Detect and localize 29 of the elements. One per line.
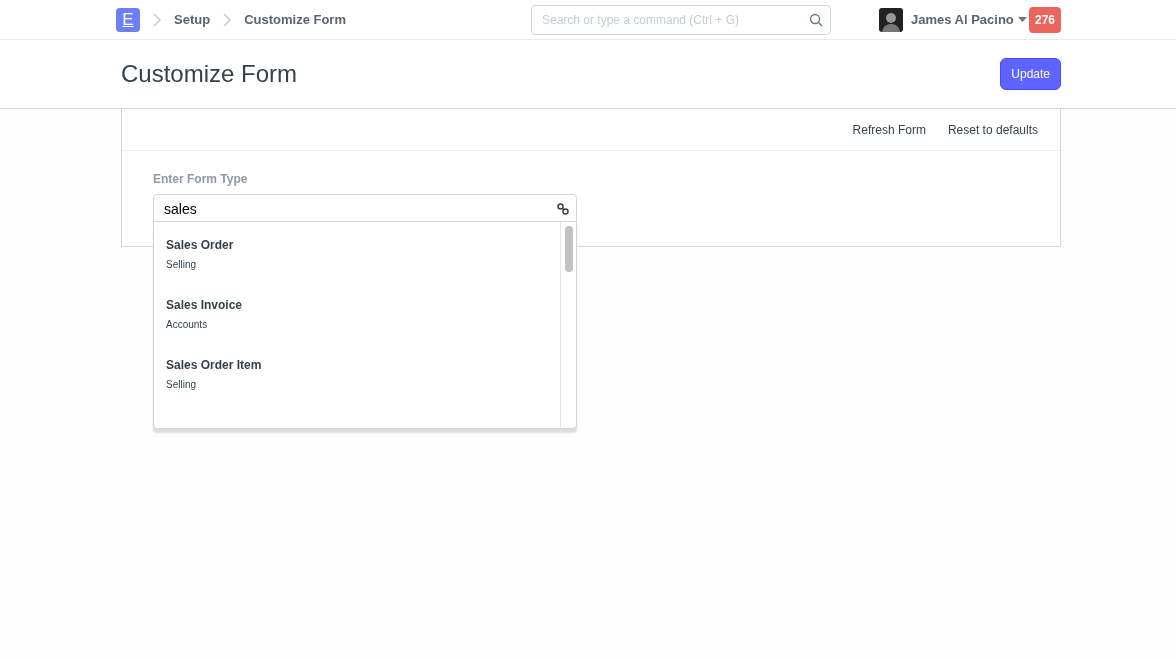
app-logo[interactable]: E xyxy=(116,7,140,32)
suggestion-title: Sales Order xyxy=(166,237,235,254)
suggestion-module: Selling xyxy=(166,258,198,272)
suggestion-item[interactable]: Sales Order Item Selling xyxy=(154,342,560,402)
user-name: James Al Pacino xyxy=(910,10,1014,29)
link-icon xyxy=(557,203,569,215)
form-type-field[interactable]: sales xyxy=(153,194,577,224)
scrollbar[interactable] xyxy=(560,222,576,428)
suggestion-module: Selling xyxy=(166,378,198,392)
search-field[interactable]: Search or type a command (Ctrl + G) xyxy=(530,4,831,35)
update-button[interactable]: Update xyxy=(1000,58,1061,90)
avatar-icon xyxy=(878,7,903,32)
scrollbar-thumb[interactable] xyxy=(565,226,573,272)
caret-icon xyxy=(1017,17,1027,22)
suggestion-item[interactable]: Sales Order Selling xyxy=(154,222,560,282)
field-label: Enter Form Type xyxy=(153,171,249,188)
toolbar-link[interactable]: Refresh Form xyxy=(852,120,926,139)
chevron-icon xyxy=(222,12,233,27)
suggestion-title: Sales Order Item xyxy=(166,357,263,374)
page-title: Customize Form xyxy=(121,59,298,89)
breadcrumb-link[interactable]: Customize Form xyxy=(244,9,346,30)
suggestion-item[interactable]: Sales Invoice Accounts xyxy=(154,282,560,342)
suggestion-module: Accounts xyxy=(166,318,209,332)
search-icon xyxy=(808,12,823,27)
suggestion-title: Sales Invoice xyxy=(166,297,244,314)
breadcrumb-link[interactable]: Setup xyxy=(174,9,211,30)
user-menu[interactable]: James Al Pacino xyxy=(878,7,1027,32)
toolbar-link[interactable]: Reset to defaults xyxy=(947,120,1038,139)
chevron-icon xyxy=(152,12,162,27)
